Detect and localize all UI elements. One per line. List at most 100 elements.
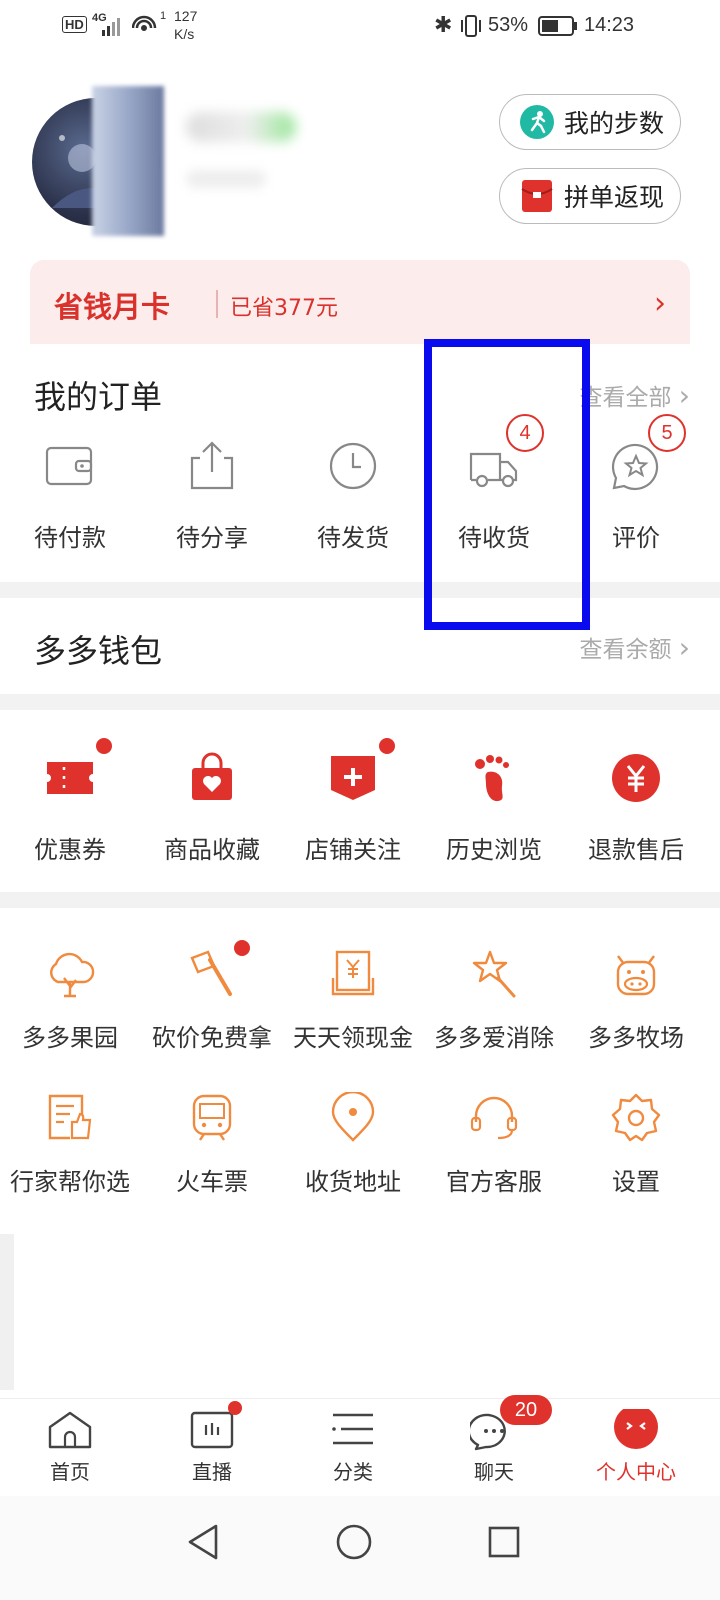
savings-card-title: 省钱月卡 bbox=[54, 290, 171, 324]
clock-time: 14:23 bbox=[584, 14, 635, 36]
shortcut-store-follow[interactable]: 店铺关注 bbox=[281, 752, 425, 865]
service-label: 收货地址 bbox=[305, 1168, 401, 1196]
service-label: 设置 bbox=[612, 1168, 660, 1196]
location-icon bbox=[331, 1090, 375, 1142]
blurred-user-info bbox=[186, 170, 266, 188]
view-all-orders-link[interactable]: 查看全部 › bbox=[579, 378, 690, 412]
service-match-game[interactable]: 多多爱消除 bbox=[422, 948, 566, 1053]
shortcut-label: 历史浏览 bbox=[446, 836, 542, 864]
nav-live[interactable]: 直播 bbox=[140, 1409, 284, 1485]
service-expert-pick[interactable]: 行家帮你选 bbox=[0, 1092, 142, 1197]
red-envelope-icon bbox=[520, 179, 554, 213]
cashback-button[interactable]: 拼单返现 bbox=[499, 168, 681, 224]
service-customer-support[interactable]: 官方客服 bbox=[422, 1092, 566, 1197]
service-address[interactable]: 收货地址 bbox=[281, 1090, 425, 1197]
blurred-username bbox=[186, 112, 296, 142]
service-settings[interactable]: 设置 bbox=[564, 1092, 708, 1197]
speed-number: 127 bbox=[174, 8, 198, 24]
order-pending-share[interactable]: 待分享 bbox=[140, 440, 284, 553]
hotspot-count: 1 bbox=[160, 10, 167, 22]
axe-icon bbox=[190, 950, 232, 996]
wallet-icon bbox=[45, 446, 93, 486]
order-label: 待付款 bbox=[34, 524, 106, 552]
service-label: 多多爱消除 bbox=[434, 1024, 554, 1052]
shortcut-label: 商品收藏 bbox=[164, 836, 260, 864]
coupon-icon bbox=[47, 762, 93, 794]
highlight-annotation-box bbox=[424, 339, 590, 630]
service-label: 砍价免费拿 bbox=[152, 1024, 272, 1052]
chat-unread-badge: 20 bbox=[500, 1395, 552, 1425]
notification-dot bbox=[379, 738, 395, 754]
review-badge: 5 bbox=[648, 414, 686, 452]
favorite-bag-icon bbox=[192, 752, 232, 800]
notification-dot bbox=[234, 940, 250, 956]
service-ranch[interactable]: 多多牧场 bbox=[564, 948, 708, 1053]
back-icon[interactable] bbox=[186, 1522, 220, 1562]
view-all-label: 查看全部 bbox=[579, 385, 672, 411]
wallet-title: 多多钱包 bbox=[34, 632, 163, 670]
wallet-section[interactable]: 多多钱包 查看余额 › bbox=[0, 598, 720, 694]
nav-profile[interactable]: 个人中心 bbox=[564, 1405, 708, 1485]
gear-icon bbox=[611, 1093, 661, 1142]
shortcut-history[interactable]: 历史浏览 bbox=[422, 752, 566, 865]
nav-label: 聊天 bbox=[474, 1460, 514, 1484]
my-steps-button[interactable]: 我的步数 bbox=[499, 94, 681, 150]
shortcut-refund[interactable]: 退款售后 bbox=[564, 752, 708, 865]
chevron-right-icon: › bbox=[654, 286, 666, 321]
hd-indicator: HD bbox=[62, 16, 87, 33]
home-circle-icon[interactable] bbox=[334, 1522, 374, 1562]
star-wand-icon bbox=[472, 950, 516, 998]
nav-label: 个人中心 bbox=[596, 1460, 676, 1484]
running-icon bbox=[520, 105, 554, 139]
shortcut-label: 店铺关注 bbox=[305, 836, 401, 864]
cash-icon bbox=[331, 950, 375, 996]
notification-dot bbox=[228, 1401, 242, 1415]
vibrate-icon bbox=[461, 15, 481, 37]
nav-label: 首页 bbox=[50, 1460, 90, 1484]
services-section: 多多果园 砍价免费拿 天天领现金 多多爱消除 多多牧场 行家帮你选 火车票 收货… bbox=[0, 908, 720, 1398]
blurred-profile-image bbox=[92, 86, 164, 236]
savings-amount: 已省377元 bbox=[230, 296, 338, 321]
notification-dot bbox=[96, 738, 112, 754]
signal-icon bbox=[102, 18, 120, 36]
divider bbox=[216, 290, 218, 318]
service-daily-cash[interactable]: 天天领现金 bbox=[281, 948, 425, 1053]
footprint-icon bbox=[475, 755, 509, 802]
order-label: 待分享 bbox=[176, 524, 248, 552]
bottom-nav: 首页 直播 分类 聊天 20 个人中心 bbox=[0, 1395, 720, 1497]
order-pending-payment[interactable]: 待付款 bbox=[0, 440, 142, 553]
recent-apps-icon[interactable] bbox=[486, 1524, 522, 1560]
shortcut-favorites[interactable]: 商品收藏 bbox=[140, 752, 284, 865]
view-balance-link[interactable]: 查看余额 › bbox=[579, 630, 690, 664]
shortcut-label: 退款售后 bbox=[588, 836, 684, 864]
service-label: 多多果园 bbox=[22, 1024, 118, 1052]
orders-section: 我的订单 查看全部 › 待付款 待分享 待发货 待收货 4 评价 5 bbox=[0, 344, 720, 582]
service-train-tickets[interactable]: 火车票 bbox=[140, 1092, 284, 1197]
order-label: 待发货 bbox=[317, 524, 389, 552]
store-follow-icon bbox=[331, 756, 375, 800]
service-bargain[interactable]: 砍价免费拿 bbox=[140, 948, 284, 1053]
chevron-right-icon: › bbox=[678, 631, 690, 664]
cashback-label: 拼单返现 bbox=[564, 183, 665, 212]
headset-icon bbox=[470, 1096, 518, 1140]
orders-title: 我的订单 bbox=[34, 378, 163, 416]
service-label: 天天领现金 bbox=[293, 1024, 413, 1052]
status-bar: HD 4G 1 127 K/s ✱ 53% 14:23 bbox=[0, 0, 720, 52]
savings-card[interactable]: 省钱月卡 已省377元 › bbox=[30, 260, 690, 350]
nav-category[interactable]: 分类 bbox=[281, 1409, 425, 1485]
service-orchard[interactable]: 多多果园 bbox=[0, 948, 142, 1053]
tree-icon bbox=[50, 952, 95, 998]
shortcut-label: 优惠券 bbox=[34, 836, 106, 864]
shortcut-coupons[interactable]: 优惠券 bbox=[0, 752, 142, 865]
battery-percent: 53% bbox=[488, 14, 529, 36]
order-pending-shipment[interactable]: 待发货 bbox=[281, 440, 425, 553]
speed-unit: K/s bbox=[174, 26, 195, 42]
service-label: 火车票 bbox=[176, 1168, 248, 1196]
nav-home[interactable]: 首页 bbox=[0, 1409, 142, 1485]
category-icon bbox=[332, 1413, 373, 1445]
nav-label: 直播 bbox=[192, 1460, 232, 1484]
service-label: 官方客服 bbox=[446, 1168, 542, 1196]
train-icon bbox=[192, 1094, 232, 1141]
service-label: 多多牧场 bbox=[588, 1024, 684, 1052]
nav-label: 分类 bbox=[333, 1460, 373, 1484]
